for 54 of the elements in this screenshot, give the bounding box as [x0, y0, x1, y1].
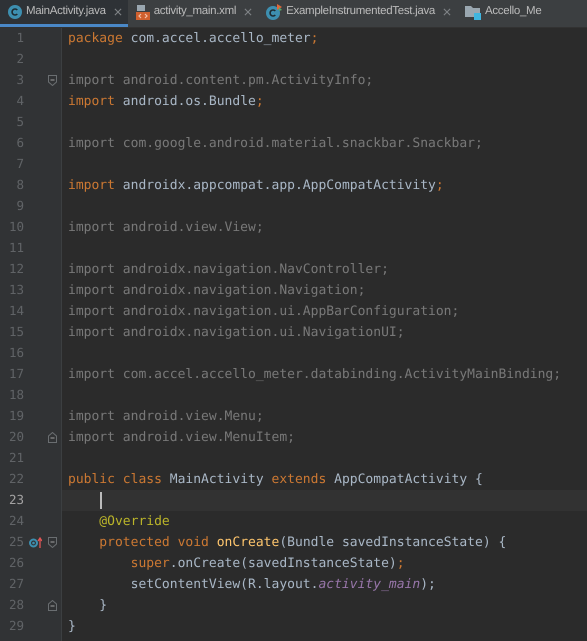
- override-marker-icon[interactable]: [28, 537, 42, 548]
- fold-marker-icon[interactable]: [48, 600, 56, 611]
- code-token: com.accel.accello_meter: [130, 30, 311, 48]
- code-token: import: [68, 92, 115, 111]
- code-token: import androidx.navigation.ui.NavigationUI;: [68, 324, 405, 342]
- fold-marker-icon[interactable]: [48, 75, 56, 86]
- class-icon: [8, 5, 22, 19]
- tab-label: ExampleInstrumentedTest.java: [286, 4, 435, 20]
- code-token: import: [68, 176, 115, 195]
- text-cursor: [100, 492, 102, 509]
- code-token: import android.view.View;: [68, 218, 264, 237]
- code-token: package: [68, 30, 123, 48]
- code-token: (Bundle savedInstanceState) {: [279, 534, 506, 552]
- code-token: import androidx.navigation.ui.AppBarConfiguration;: [68, 302, 460, 321]
- test-class-icon: [266, 4, 282, 20]
- code-token: import androidx.navigation.Navigation;: [68, 282, 366, 300]
- code-token: ;: [310, 30, 318, 48]
- code-token: extends: [272, 470, 326, 489]
- code-token: }: [68, 618, 76, 636]
- xml-file-icon: [136, 4, 150, 20]
- code-token: );: [420, 576, 436, 594]
- code-token: android.os.Bundle: [122, 92, 256, 111]
- code-token: import androidx.navigation.NavController;: [68, 260, 389, 279]
- code-token: protected void: [98, 534, 210, 552]
- code-token: }: [98, 596, 108, 615]
- code-token: androidx.appcompat.app.AppCompatActivity: [122, 176, 436, 195]
- code-token: import com.accel.accello_meter.databinding.ActivityMainBinding;: [68, 366, 562, 384]
- tab-label: Accello_Me: [484, 4, 542, 20]
- code-token: ;: [396, 554, 405, 573]
- tab-label: activity_main.xml: [154, 4, 236, 20]
- fold-marker-icon[interactable]: [48, 537, 56, 548]
- module-folder-icon: [464, 4, 481, 20]
- code-token: super: [130, 554, 170, 573]
- close-icon[interactable]: [114, 8, 122, 16]
- close-icon[interactable]: [244, 8, 252, 16]
- editor-tab[interactable]: MainActivity.java: [0, 0, 128, 27]
- code-token: setContentView(R.layout.: [130, 576, 318, 594]
- line-number: 23: [8, 491, 24, 510]
- code-token: import android.view.MenuItem;: [68, 428, 295, 447]
- code-token: ;: [436, 176, 444, 195]
- code-token: AppCompatActivity {: [333, 470, 483, 489]
- code-token: activity_main: [318, 576, 420, 594]
- code-token: @Override: [98, 512, 170, 531]
- code-token: ;: [256, 92, 264, 111]
- code-token: public class: [68, 470, 162, 489]
- code-token: onCreate: [216, 534, 280, 552]
- code-token: .onCreate(savedInstanceState): [170, 554, 397, 573]
- code-token: import android.content.pm.ActivityInfo;: [68, 72, 374, 90]
- close-icon[interactable]: [442, 8, 451, 16]
- code-token: MainActivity: [168, 470, 265, 489]
- tab-label: MainActivity.java: [26, 4, 106, 20]
- code-token: import com.google.android.material.snackbar.Snackbar;: [68, 134, 483, 153]
- fold-marker-icon[interactable]: [48, 432, 56, 443]
- code-token: import android.view.Menu;: [68, 408, 264, 426]
